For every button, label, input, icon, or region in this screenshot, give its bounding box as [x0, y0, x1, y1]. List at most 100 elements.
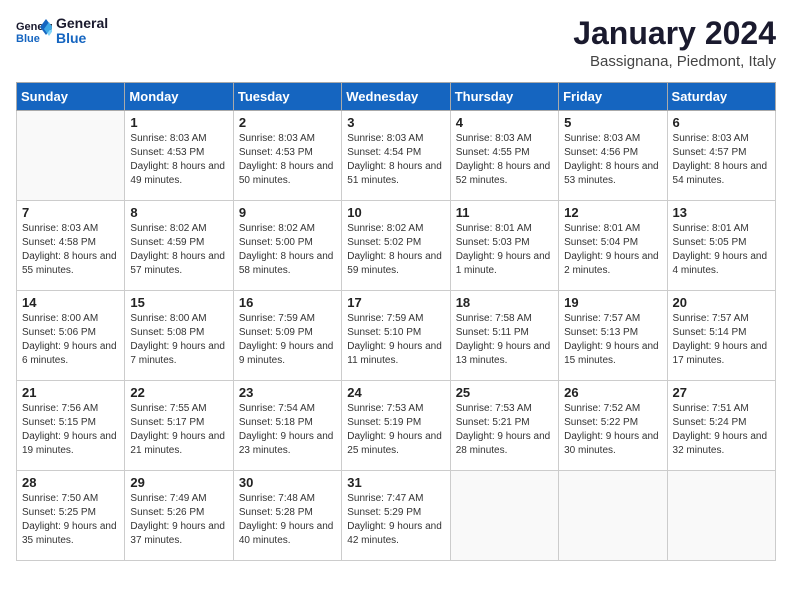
day-info: Sunrise: 7:56 AMSunset: 5:15 PMDaylight:… [22, 402, 119, 458]
weekday-wednesday: Wednesday [342, 83, 450, 111]
day-cell: 5 Sunrise: 8:03 AMSunset: 4:56 PMDaylight… [559, 111, 667, 201]
title-area: January 2024 Bassignana, Piedmont, Italy [573, 16, 776, 70]
week-row-5: 28 Sunrise: 7:50 AMSunset: 5:25 PMDayligh… [17, 471, 776, 561]
day-number: 10 [347, 205, 444, 220]
day-number: 12 [564, 205, 661, 220]
day-number: 17 [347, 295, 444, 310]
day-cell: 23Sunrise: 7:54 AMSunset: 5:18 PMDayligh… [233, 381, 341, 471]
day-number: 28 [22, 475, 119, 490]
day-cell: 3Sunrise: 8:03 AMSunset: 4:54 PMDaylight… [342, 111, 450, 201]
day-cell: 21Sunrise: 7:56 AMSunset: 5:15 PMDayligh… [17, 381, 125, 471]
day-info: Sunrise: 8:03 AMSunset: 4:56 PMDaylight:… [564, 132, 661, 188]
day-info: Sunrise: 7:49 AMSunset: 5:26 PMDaylight:… [130, 492, 227, 548]
day-number: 26 [564, 385, 661, 400]
day-info: Sunrise: 7:50 AMSunset: 5:25 PMDaylight:… [22, 492, 119, 548]
day-cell: 30 Sunrise: 7:48 AMSunset: 5:28 PMDayligh… [233, 471, 341, 561]
day-info: Sunrise: 7:55 AMSunset: 5:17 PMDaylight:… [130, 402, 227, 458]
day-cell: 20 Sunrise: 7:57 AMSunset: 5:14 PMDayligh… [667, 291, 775, 381]
logo-icon: General Blue [16, 17, 52, 45]
day-number: 30 [239, 475, 336, 490]
day-cell: 8 Sunrise: 8:02 AMSunset: 4:59 PMDaylight… [125, 201, 233, 291]
day-cell: 18 Sunrise: 7:58 AMSunset: 5:11 PMDayligh… [450, 291, 558, 381]
week-row-4: 21Sunrise: 7:56 AMSunset: 5:15 PMDayligh… [17, 381, 776, 471]
weekday-sunday: Sunday [17, 83, 125, 111]
day-number: 24 [347, 385, 444, 400]
week-row-2: 7 Sunrise: 8:03 AMSunset: 4:58 PMDaylight… [17, 201, 776, 291]
page-header: General Blue General Blue January 2024 B… [16, 16, 776, 70]
day-info: Sunrise: 7:48 AMSunset: 5:28 PMDaylight:… [239, 492, 336, 548]
weekday-thursday: Thursday [450, 83, 558, 111]
day-number: 6 [673, 115, 770, 130]
day-number: 7 [22, 205, 119, 220]
weekday-header-row: SundayMondayTuesdayWednesdayThursdayFrid… [17, 83, 776, 111]
day-info: Sunrise: 7:58 AMSunset: 5:11 PMDaylight:… [456, 312, 553, 368]
day-cell: 7 Sunrise: 8:03 AMSunset: 4:58 PMDaylight… [17, 201, 125, 291]
day-cell: 25Sunrise: 7:53 AMSunset: 5:21 PMDayligh… [450, 381, 558, 471]
day-cell: 27Sunrise: 7:51 AMSunset: 5:24 PMDayligh… [667, 381, 775, 471]
weekday-saturday: Saturday [667, 83, 775, 111]
location-title: Bassignana, Piedmont, Italy [573, 53, 776, 70]
day-info: Sunrise: 8:01 AMSunset: 5:04 PMDaylight:… [564, 222, 661, 278]
day-number: 31 [347, 475, 444, 490]
day-number: 11 [456, 205, 553, 220]
day-cell: 24 Sunrise: 7:53 AMSunset: 5:19 PMDayligh… [342, 381, 450, 471]
day-number: 14 [22, 295, 119, 310]
day-info: Sunrise: 7:53 AMSunset: 5:19 PMDaylight:… [347, 402, 444, 458]
weekday-tuesday: Tuesday [233, 83, 341, 111]
day-number: 9 [239, 205, 336, 220]
day-number: 5 [564, 115, 661, 130]
day-info: Sunrise: 7:52 AMSunset: 5:22 PMDaylight:… [564, 402, 661, 458]
svg-text:Blue: Blue [16, 33, 40, 45]
day-number: 13 [673, 205, 770, 220]
day-info: Sunrise: 7:47 AMSunset: 5:29 PMDaylight:… [347, 492, 444, 548]
day-info: Sunrise: 7:57 AMSunset: 5:13 PMDaylight:… [564, 312, 661, 368]
day-number: 8 [130, 205, 227, 220]
logo: General Blue General Blue [16, 16, 108, 47]
day-info: Sunrise: 8:02 AMSunset: 5:00 PMDaylight:… [239, 222, 336, 278]
day-cell: 10 Sunrise: 8:02 AMSunset: 5:02 PMDayligh… [342, 201, 450, 291]
day-info: Sunrise: 8:03 AMSunset: 4:58 PMDaylight:… [22, 222, 119, 278]
day-info: Sunrise: 8:02 AMSunset: 5:02 PMDaylight:… [347, 222, 444, 278]
day-info: Sunrise: 8:01 AMSunset: 5:05 PMDaylight:… [673, 222, 770, 278]
day-number: 23 [239, 385, 336, 400]
day-number: 3 [347, 115, 444, 130]
day-info: Sunrise: 8:01 AMSunset: 5:03 PMDaylight:… [456, 222, 553, 278]
day-cell: 13 Sunrise: 8:01 AMSunset: 5:05 PMDayligh… [667, 201, 775, 291]
calendar-table: SundayMondayTuesdayWednesdayThursdayFrid… [16, 82, 776, 561]
day-number: 18 [456, 295, 553, 310]
day-number: 19 [564, 295, 661, 310]
calendar-body: 1Sunrise: 8:03 AMSunset: 4:53 PMDaylight… [17, 111, 776, 561]
day-cell [17, 111, 125, 201]
day-info: Sunrise: 8:03 AMSunset: 4:53 PMDaylight:… [239, 132, 336, 188]
day-cell: 1Sunrise: 8:03 AMSunset: 4:53 PMDaylight… [125, 111, 233, 201]
day-cell [450, 471, 558, 561]
day-cell: 11 Sunrise: 8:01 AMSunset: 5:03 PMDayligh… [450, 201, 558, 291]
day-cell: 29 Sunrise: 7:49 AMSunset: 5:26 PMDayligh… [125, 471, 233, 561]
day-cell: 6 Sunrise: 8:03 AMSunset: 4:57 PMDaylight… [667, 111, 775, 201]
day-info: Sunrise: 7:57 AMSunset: 5:14 PMDaylight:… [673, 312, 770, 368]
day-number: 29 [130, 475, 227, 490]
weekday-monday: Monday [125, 83, 233, 111]
day-cell: 31 Sunrise: 7:47 AMSunset: 5:29 PMDayligh… [342, 471, 450, 561]
day-info: Sunrise: 8:03 AMSunset: 4:57 PMDaylight:… [673, 132, 770, 188]
day-info: Sunrise: 8:00 AMSunset: 5:06 PMDaylight:… [22, 312, 119, 368]
day-number: 27 [673, 385, 770, 400]
week-row-3: 14 Sunrise: 8:00 AMSunset: 5:06 PMDayligh… [17, 291, 776, 381]
day-cell: 16Sunrise: 7:59 AMSunset: 5:09 PMDayligh… [233, 291, 341, 381]
day-info: Sunrise: 7:59 AMSunset: 5:09 PMDaylight:… [239, 312, 336, 368]
day-info: Sunrise: 7:59 AMSunset: 5:10 PMDaylight:… [347, 312, 444, 368]
logo-text-general: General [56, 16, 108, 31]
day-number: 4 [456, 115, 553, 130]
day-cell: 4 Sunrise: 8:03 AMSunset: 4:55 PMDaylight… [450, 111, 558, 201]
week-row-1: 1Sunrise: 8:03 AMSunset: 4:53 PMDaylight… [17, 111, 776, 201]
day-info: Sunrise: 8:03 AMSunset: 4:55 PMDaylight:… [456, 132, 553, 188]
day-info: Sunrise: 8:02 AMSunset: 4:59 PMDaylight:… [130, 222, 227, 278]
day-cell: 2Sunrise: 8:03 AMSunset: 4:53 PMDaylight… [233, 111, 341, 201]
day-number: 20 [673, 295, 770, 310]
day-info: Sunrise: 8:00 AMSunset: 5:08 PMDaylight:… [130, 312, 227, 368]
weekday-friday: Friday [559, 83, 667, 111]
day-cell: 14 Sunrise: 8:00 AMSunset: 5:06 PMDayligh… [17, 291, 125, 381]
day-info: Sunrise: 8:03 AMSunset: 4:53 PMDaylight:… [130, 132, 227, 188]
day-number: 22 [130, 385, 227, 400]
day-cell [559, 471, 667, 561]
